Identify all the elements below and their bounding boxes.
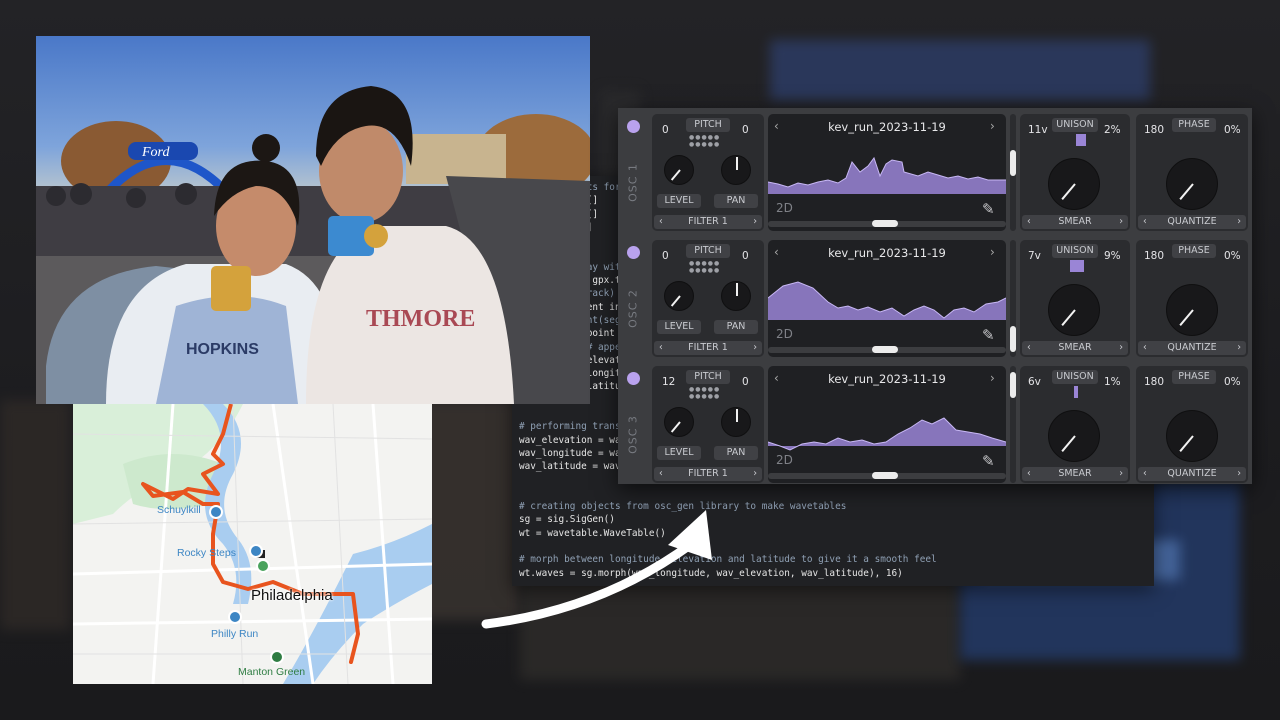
arrow-icon (481, 510, 712, 629)
